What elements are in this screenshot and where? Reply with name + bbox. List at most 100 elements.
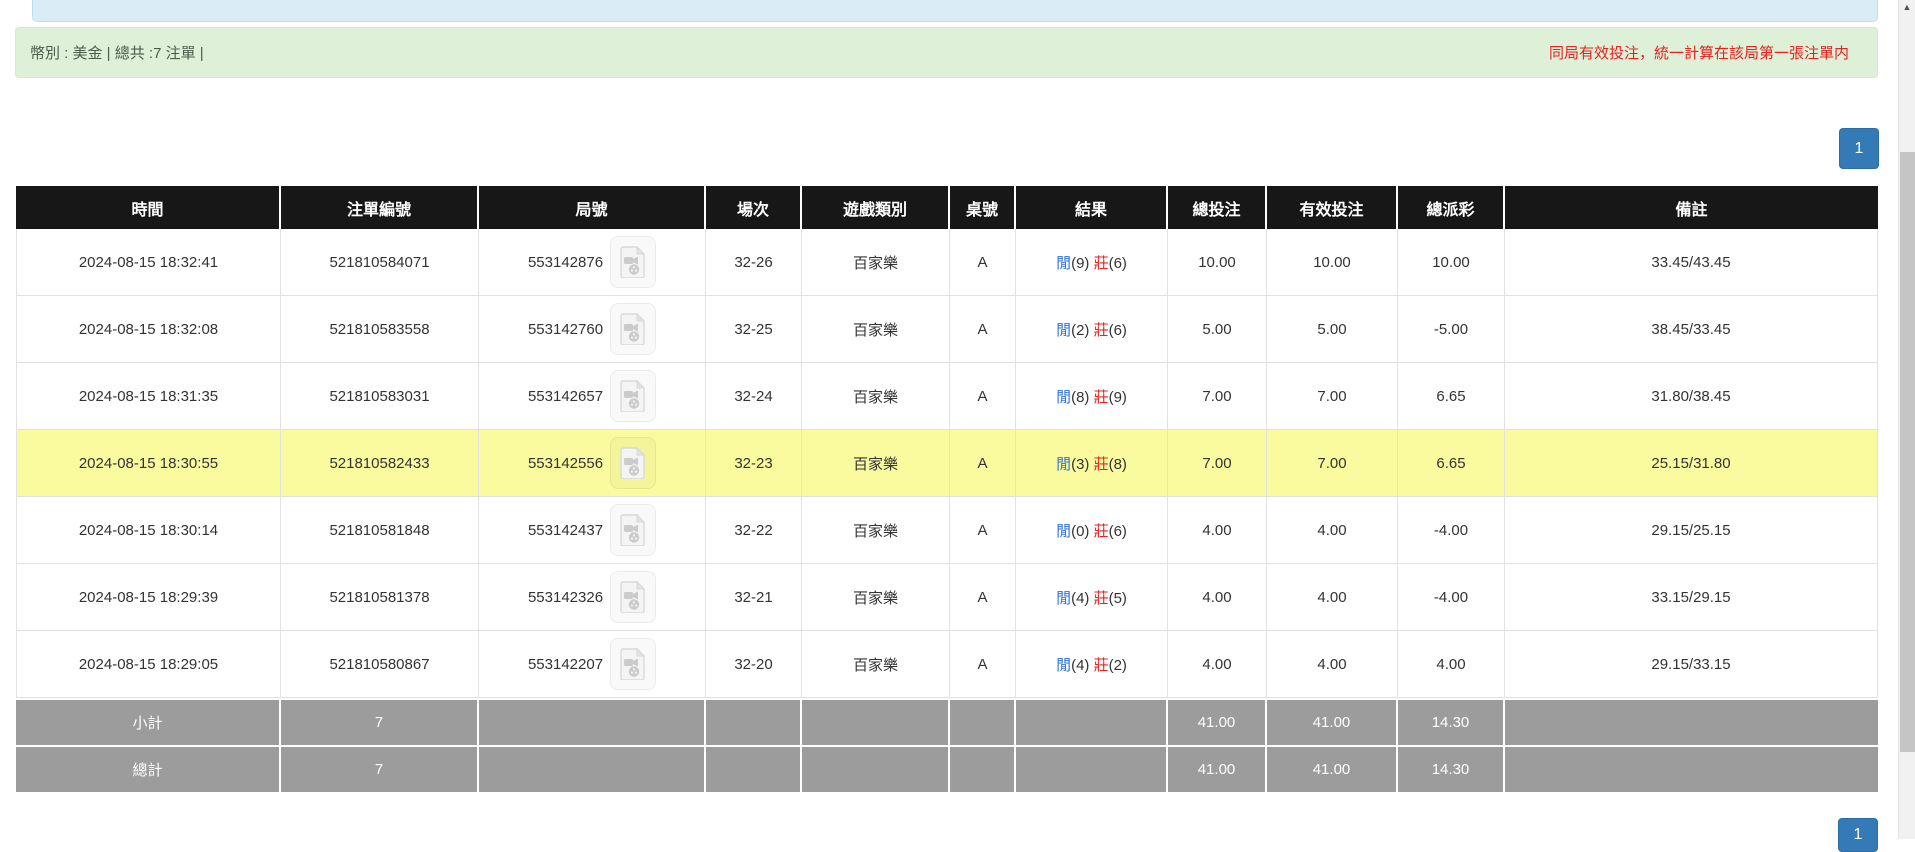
total-bet-cell[interactable]: 7.00 — [1168, 430, 1267, 497]
summary-valid-bet-cell: 41.00 — [1267, 745, 1398, 792]
result-cell: 閒(3) 莊(8) — [1016, 430, 1168, 497]
video-replay-button[interactable] — [610, 370, 656, 422]
table-code-cell: A — [950, 363, 1016, 430]
remark-cell: 38.45/33.45 — [1505, 296, 1878, 363]
session-cell: 32-20 — [706, 631, 802, 698]
pagination-page-1-top[interactable]: 1 — [1839, 128, 1879, 169]
column-header-9: 有效投注 — [1267, 186, 1398, 229]
round-number-cell: 553142657 — [479, 363, 706, 430]
table-code-cell: A — [950, 497, 1016, 564]
time-cell: 2024-08-15 18:30:14 — [16, 497, 281, 564]
round-number: 553142760 — [528, 321, 603, 338]
video-replay-button[interactable] — [610, 437, 656, 489]
column-header-2: 注單編號 — [281, 186, 479, 229]
round-number-cell: 553142876 — [479, 229, 706, 296]
remark-cell: 33.45/43.45 — [1505, 229, 1878, 296]
summary-count-cell: 7 — [281, 745, 479, 792]
round-number: 553142437 — [528, 522, 603, 539]
column-header-11: 備註 — [1505, 186, 1878, 229]
payout-cell: 10.00 — [1398, 229, 1505, 296]
column-header-8: 總投注 — [1168, 186, 1267, 229]
total-bet-cell[interactable]: 5.00 — [1168, 296, 1267, 363]
table-row: 2024-08-15 18:29:39 521810581378 5531423… — [16, 564, 1878, 631]
video-replay-button[interactable] — [610, 303, 656, 355]
session-cell: 32-21 — [706, 564, 802, 631]
summary-label-cell: 小計 — [16, 698, 281, 745]
player-result-label: 閒 — [1056, 389, 1071, 406]
pagination-page-1-bottom[interactable]: 1 — [1838, 818, 1878, 852]
table-code-cell: A — [950, 296, 1016, 363]
game-type-cell: 百家樂 — [802, 229, 950, 296]
column-header-5: 遊戲類別 — [802, 186, 950, 229]
banker-result-score: (6) — [1109, 523, 1127, 540]
player-result-score: (3) — [1071, 456, 1094, 473]
bet-records-table: 時間注單編號局號場次遊戲類別桌號結果總投注有效投注總派彩備註 2024-08-1… — [16, 186, 1878, 792]
valid-bet-cell: 7.00 — [1267, 430, 1398, 497]
column-header-10: 總派彩 — [1398, 186, 1505, 229]
valid-bet-cell: 5.00 — [1267, 296, 1398, 363]
column-header-3: 局號 — [479, 186, 706, 229]
banker-result-label: 莊 — [1094, 590, 1109, 607]
banker-result-score: (6) — [1109, 322, 1127, 339]
column-header-4: 場次 — [706, 186, 802, 229]
game-type-cell: 百家樂 — [802, 497, 950, 564]
summary-total-bet-cell: 41.00 — [1168, 698, 1267, 745]
summary-total-bet-cell: 41.00 — [1168, 745, 1267, 792]
table-header-row: 時間注單編號局號場次遊戲類別桌號結果總投注有效投注總派彩備註 — [16, 186, 1878, 229]
remark-cell: 29.15/25.15 — [1505, 497, 1878, 564]
video-record-icon — [620, 514, 646, 546]
total-bet-cell[interactable]: 4.00 — [1168, 631, 1267, 698]
round-number: 553142657 — [528, 388, 603, 405]
result-cell: 閒(8) 莊(9) — [1016, 363, 1168, 430]
banker-result-score: (5) — [1109, 590, 1127, 607]
result-cell: 閒(4) 莊(5) — [1016, 564, 1168, 631]
video-replay-button[interactable] — [610, 236, 656, 288]
result-cell: 閒(9) 莊(6) — [1016, 229, 1168, 296]
banker-result-score: (2) — [1109, 657, 1127, 674]
time-cell: 2024-08-15 18:32:41 — [16, 229, 281, 296]
bet-number-cell: 521810583558 — [281, 296, 479, 363]
vertical-scrollbar[interactable]: ▲ — [1898, 0, 1915, 839]
result-cell: 閒(0) 莊(6) — [1016, 497, 1168, 564]
player-result-label: 閒 — [1056, 456, 1071, 473]
valid-bet-cell: 4.00 — [1267, 497, 1398, 564]
total-bet-cell[interactable]: 10.00 — [1168, 229, 1267, 296]
remark-cell: 31.80/38.45 — [1505, 363, 1878, 430]
payout-cell: -4.00 — [1398, 564, 1505, 631]
player-result-score: (4) — [1071, 590, 1094, 607]
summary-bar: 幣別 : 美金 | 總共 :7 注單 | 同局有效投注，統一計算在該局第一張注單… — [15, 27, 1878, 78]
valid-bet-cell: 7.00 — [1267, 363, 1398, 430]
scrollbar-up-arrow-icon[interactable]: ▲ — [1899, 0, 1915, 14]
video-replay-button[interactable] — [610, 504, 656, 556]
time-cell: 2024-08-15 18:29:39 — [16, 564, 281, 631]
table-code-cell: A — [950, 564, 1016, 631]
top-panel-edge — [32, 0, 1878, 22]
banker-result-label: 莊 — [1094, 456, 1109, 473]
table-row: 2024-08-15 18:31:35 521810583031 5531426… — [16, 363, 1878, 430]
banker-result-label: 莊 — [1094, 255, 1109, 272]
round-number-cell: 553142437 — [479, 497, 706, 564]
table-row: 2024-08-15 18:30:55 521810582433 5531425… — [16, 430, 1878, 497]
video-replay-button[interactable] — [610, 638, 656, 690]
video-replay-button[interactable] — [610, 571, 656, 623]
bet-number-cell: 521810580867 — [281, 631, 479, 698]
summary-label-cell: 總計 — [16, 745, 281, 792]
bet-number-cell: 521810581848 — [281, 497, 479, 564]
player-result-label: 閒 — [1056, 657, 1071, 674]
game-type-cell: 百家樂 — [802, 430, 950, 497]
scrollbar-thumb[interactable] — [1900, 152, 1915, 752]
round-number: 553142207 — [528, 656, 603, 673]
total-bet-cell[interactable]: 4.00 — [1168, 497, 1267, 564]
game-type-cell: 百家樂 — [802, 296, 950, 363]
summary-payout-cell: 14.30 — [1398, 745, 1505, 792]
remark-cell: 29.15/33.15 — [1505, 631, 1878, 698]
bet-number-cell: 521810582433 — [281, 430, 479, 497]
payout-cell: 6.65 — [1398, 430, 1505, 497]
valid-bet-cell: 4.00 — [1267, 564, 1398, 631]
total-bet-cell[interactable]: 7.00 — [1168, 363, 1267, 430]
round-number-cell: 553142326 — [479, 564, 706, 631]
table-row: 2024-08-15 18:30:14 521810581848 5531424… — [16, 497, 1878, 564]
total-bet-cell[interactable]: 4.00 — [1168, 564, 1267, 631]
round-number-cell: 553142760 — [479, 296, 706, 363]
round-number: 553142876 — [528, 254, 603, 271]
